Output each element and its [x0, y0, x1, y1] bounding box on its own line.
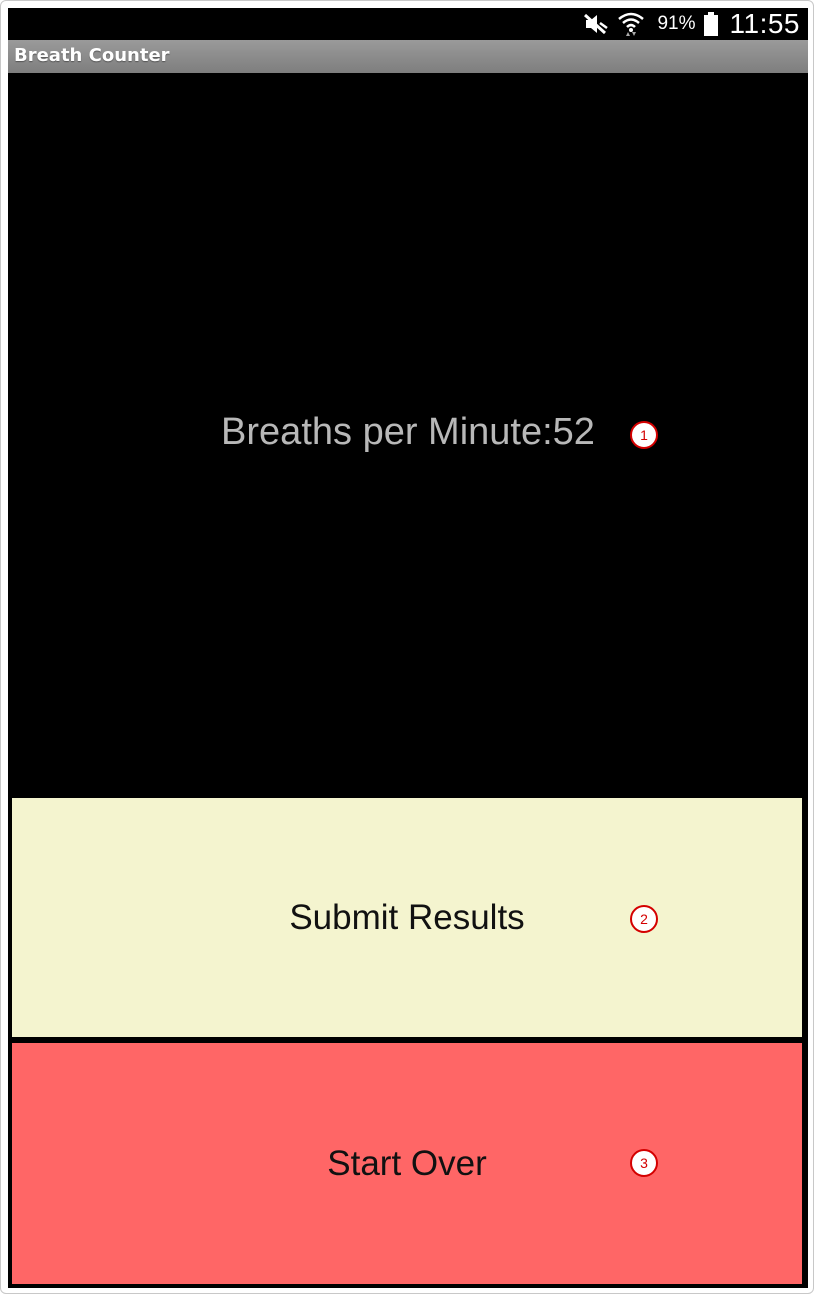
annotation-marker-2: 2 — [630, 905, 658, 933]
breath-display-area: Breaths per Minute:52 1 — [8, 73, 808, 796]
mute-icon — [583, 13, 609, 35]
start-over-label: Start Over — [327, 1143, 487, 1183]
app-title: Breath Counter — [14, 45, 170, 66]
annotation-marker-3: 3 — [630, 1149, 658, 1177]
wifi-icon — [617, 10, 645, 38]
submit-results-button[interactable]: Submit Results — [10, 796, 804, 1039]
battery-percent: 91% — [657, 13, 696, 34]
app-title-bar: Breath Counter — [8, 40, 808, 73]
breaths-per-minute-readout: Breaths per Minute:52 — [221, 411, 595, 453]
status-bar: 91% 11:55 — [8, 8, 808, 40]
device-frame: 91% 11:55 Breath Counter Breaths per Min… — [0, 0, 814, 1294]
status-clock: 11:55 — [729, 8, 800, 39]
submit-results-label: Submit Results — [289, 897, 525, 937]
start-over-button[interactable]: Start Over — [10, 1041, 804, 1286]
battery-icon — [703, 12, 718, 36]
app-screen: 91% 11:55 Breath Counter Breaths per Min… — [8, 8, 808, 1288]
annotation-marker-1: 1 — [630, 421, 658, 449]
status-icons: 91% 11:55 — [583, 8, 800, 40]
